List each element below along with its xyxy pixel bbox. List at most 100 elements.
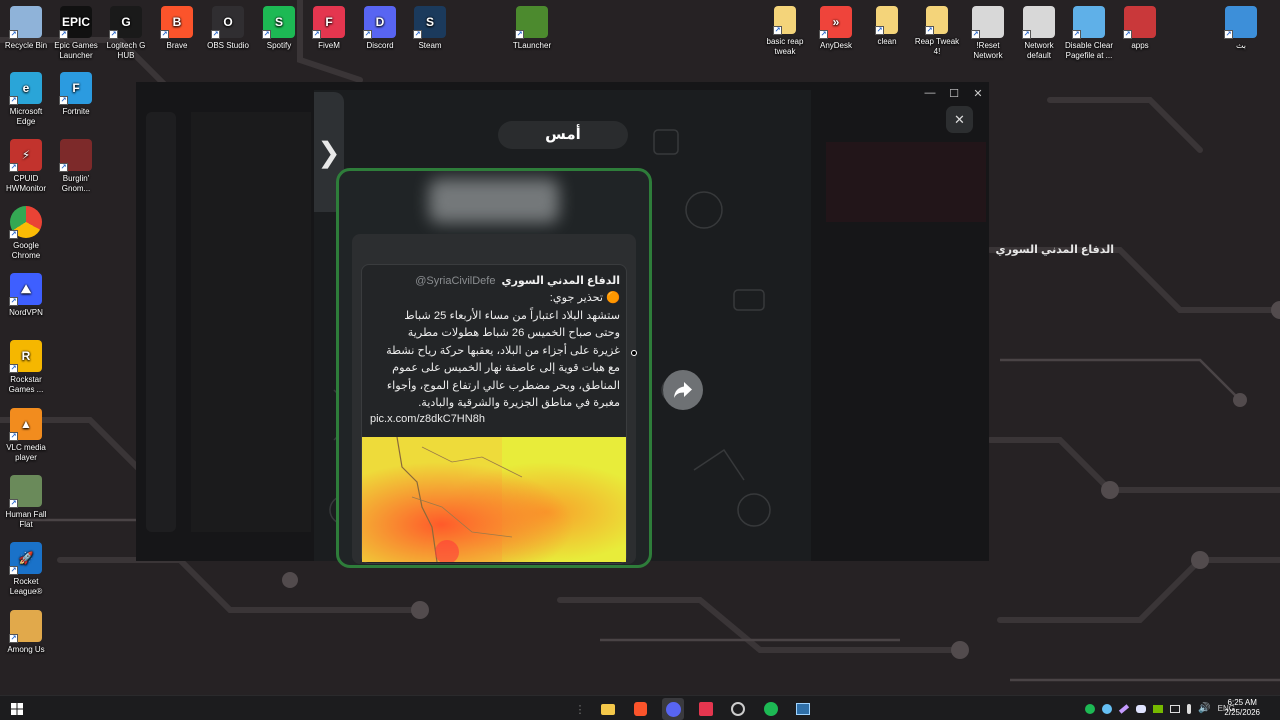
desktop-icon-label: بث [1235,41,1247,50]
microphone-tray-icon[interactable] [1187,703,1192,714]
desktop-icon-human-fall-flat[interactable]: ↗ Human Fall Flat [0,475,52,530]
desktop-icon-label: Brave [166,41,188,50]
tweet-author-handle: @SyriaCivilDefe [415,275,496,287]
weather-map-image[interactable] [362,437,626,562]
shortcut-arrow-icon: ↗ [9,432,18,441]
anydesk-icon: » ↗ [819,6,852,39]
desktop-icon-brave[interactable]: B ↗ Brave [151,6,203,51]
task-view-dots-icon[interactable]: ⋮ [572,698,588,720]
desktop-icon-nordvpn[interactable]: ⛰ ↗ NordVPN [0,273,52,318]
tweet-link[interactable]: pic.x.com/z8dkC7HN8h [370,413,485,425]
shortcut-arrow-icon: ↗ [9,566,18,575]
clock-date: 2/25/2026 [1224,708,1260,717]
taskbar-file-explorer[interactable] [597,698,619,720]
tweet-author-name: الدفاع المدني السوري [501,275,620,287]
discord-icon: D ↗ [363,6,396,39]
desktop-icon-label: Recycle Bin [4,41,48,50]
taskbar-brave[interactable] [629,698,651,720]
brave-icon [633,702,647,716]
desktop-icon-burglin-gnomes[interactable]: ↗ Burglin' Gnom... [50,139,102,194]
shortcut-arrow-icon: ↗ [363,30,372,39]
desktop-icon-among-us[interactable]: ↗ Among Us [0,610,52,655]
steam-tray-icon[interactable] [1102,703,1113,714]
window-minimize-button[interactable]: — [918,87,942,99]
share-button[interactable] [663,370,703,410]
chrome-icon: ↗ [9,206,42,239]
desktop-icon-script[interactable]: ↗ !Reset Network [962,6,1014,61]
logitech-icon: G ↗ [109,6,142,39]
taskbar-discord[interactable] [662,698,684,720]
desktop-icon-folder[interactable]: ↗ clean [861,6,913,47]
window-close-button[interactable]: ✕ [966,87,989,100]
desktop-icon-discord[interactable]: D ↗ Discord [354,6,406,51]
system-tray: 🔊 ENG [1085,696,1235,720]
desktop-icon-epic-games[interactable]: EPIC ↗ Epic Games Launcher [50,6,102,61]
tweet-line: مغبرة في مناطق الجزيرة والشرقية والبادية… [418,397,620,409]
pen-tray-icon[interactable] [1119,703,1130,714]
shortcut-arrow-icon: ↗ [59,30,68,39]
steam-icon: S ↗ [413,6,446,39]
taskbar-spotify[interactable] [760,698,782,720]
network-tray-icon[interactable] [1170,704,1181,713]
desktop-icon-obs[interactable]: O ↗ OBS Studio [202,6,254,51]
shortcut-arrow-icon: ↗ [773,26,782,35]
desktop-icon-logitech[interactable]: G ↗ Logitech G HUB [100,6,152,61]
desktop-icon-label: Rocket League® [9,577,43,596]
shortcut-arrow-icon: ↗ [9,230,18,239]
shortcut-arrow-icon: ↗ [875,26,884,35]
desktop-icon-vlc[interactable]: ▲ ↗ VLC media player [0,408,52,463]
desktop-icon-window-app[interactable]: ↗ بث [1215,6,1267,51]
desktop-icon-rockstar[interactable]: R ↗ Rockstar Games ... [0,340,52,395]
nvidia-tray-icon[interactable] [1153,704,1164,713]
desktop-icon-archive[interactable]: ↗ apps [1114,6,1166,51]
channel-name: الدفاع المدني السوري [995,244,1114,256]
shortcut-arrow-icon: ↗ [109,30,118,39]
window-maximize-button[interactable]: ☐ [942,87,966,100]
discord-icon [665,701,681,717]
desktop-icon-script[interactable]: ↗ Network default [1013,6,1065,61]
shortcut-arrow-icon: ↗ [59,163,68,172]
shortcut-arrow-icon: ↗ [312,30,321,39]
desktop-icon-anydesk[interactable]: » ↗ AnyDesk [810,6,862,51]
date-label: أمس [498,121,628,149]
start-button[interactable] [6,698,28,720]
shortcut-arrow-icon: ↗ [262,30,271,39]
desktop-icon-label: NordVPN [9,308,43,317]
shortcut-arrow-icon: ↗ [971,30,980,39]
desktop-icon-rocket-league[interactable]: 🚀 ↗ Rocket League® [0,542,52,597]
close-viewer-button[interactable]: ✕ [946,106,973,133]
taskbar-window-app[interactable] [792,698,814,720]
tlauncher-icon: ↗ [515,6,548,39]
volume-tray-icon[interactable]: 🔊 [1198,703,1210,714]
desktop-icon-recycle-bin[interactable]: ↗ Recycle Bin [0,6,52,51]
shortcut-arrow-icon: ↗ [9,499,18,508]
desktop-icon-spotify[interactable]: S ↗ Spotify [253,6,305,51]
desktop-icon-folder[interactable]: ↗ basic reap tweak [759,6,811,57]
desktop-icon-tlauncher[interactable]: ↗ TLauncher [506,6,558,51]
registry-icon: ↗ [1072,6,1105,39]
shortcut-arrow-icon: ↗ [1072,30,1081,39]
desktop-icon-label: clean [877,37,897,46]
desktop-icon-registry[interactable]: ↗ Disable Clear Pagefile at ... [1063,6,1115,61]
desktop-icon-hwmonitor[interactable]: ⚡ ↗ CPUID HWMonitor [0,139,52,194]
discord-tray-icon[interactable] [1136,704,1147,713]
clock-time: 6:25 AM [1227,698,1257,707]
desktop-icon-label: Reap Tweak 4! [914,37,960,56]
tweet-line: ستشهد البلاد اعتباراً من مساء الأربعاء 2… [404,309,620,322]
desktop-icon-label: Burglin' Gnom... [61,174,91,193]
desktop-icon-steam[interactable]: S ↗ Steam [404,6,456,51]
desktop-icon-label: CPUID HWMonitor [5,174,46,193]
tweet-author: @SyriaCivilDefe الدفاع المدني السوري [370,274,620,287]
desktop-icon-fivem[interactable]: F ↗ FiveM [303,6,355,51]
desktop-icon-folder[interactable]: ↗ Reap Tweak 4! [911,6,963,57]
desktop-icon-chrome[interactable]: ↗ Google Chrome [0,206,52,261]
tweet-line: وحتى صباح الخميس 26 شباط هطولات مطرية [407,327,620,339]
desktop-icon-label: Among Us [7,645,45,654]
taskbar-obs[interactable] [727,698,749,720]
spotify-tray-icon[interactable] [1085,703,1096,714]
desktop-icon-fortnite[interactable]: F ↗ Fortnite [50,72,102,117]
shortcut-arrow-icon: ↗ [59,96,68,105]
taskbar-fivem[interactable] [695,698,717,720]
system-clock[interactable]: 6:25 AM 2/25/2026 [1224,698,1260,718]
desktop-icon-edge[interactable]: e ↗ Microsoft Edge [0,72,52,127]
